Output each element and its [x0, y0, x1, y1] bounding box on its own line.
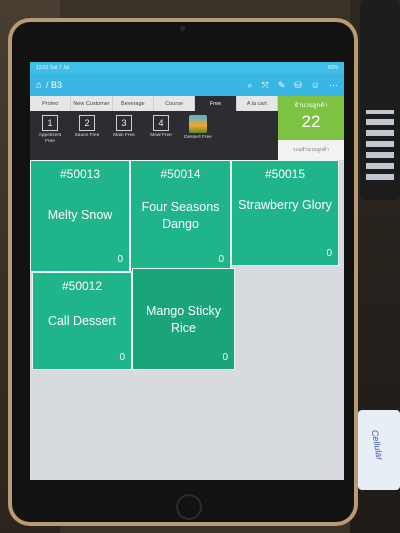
course-meal[interactable]: 4 Meal Free [147, 115, 175, 144]
user-icon[interactable]: ☺ [311, 80, 320, 91]
menu-item-card[interactable]: #50014 Four Seasons Dango 0 [130, 160, 231, 272]
guest-count-title: จำนวนลูกค้า [294, 103, 328, 109]
tag-icon[interactable]: ✎ [278, 80, 286, 91]
course-number: 4 [153, 115, 169, 131]
category-nav: Promo New Customer Beverage Course Free … [30, 96, 278, 160]
app-top-bar: ⌂ / B3 ⌕ ⤧ ✎ ⛁ ☺ ⋯ [30, 74, 344, 96]
dessert-image-icon [189, 115, 207, 133]
sticker-text: Cellular [369, 429, 385, 461]
set-guest-count-button[interactable]: ระบุจำนวนลูกค้า [278, 140, 344, 160]
status-time: 13:52 Sat 7 Jul [36, 65, 70, 71]
desk-phone [360, 0, 400, 200]
item-quantity: 0 [119, 352, 125, 363]
course-appetizers[interactable]: 1 Appetizers Free [36, 115, 64, 144]
course-label: Main Free [113, 133, 135, 138]
tab-a-la-cart[interactable]: A la cart [237, 96, 278, 111]
item-name: Strawberry Glory [238, 198, 332, 212]
tablet-screen: 13:52 Sat 7 Jul 83% ⌂ / B3 ⌕ ⤧ ✎ ⛁ ☺ ⋯ P… [30, 62, 344, 480]
more-icon[interactable]: ⋯ [329, 80, 338, 91]
course-number: 3 [116, 115, 132, 131]
course-label: Appetizers Free [38, 133, 62, 144]
battery-level: 83% [327, 65, 338, 71]
item-quantity: 0 [218, 254, 224, 265]
course-selector: 1 Appetizers Free 2 Sauce Free 3 Main Fr… [30, 111, 278, 144]
item-code: #50014 [160, 167, 201, 181]
camera-icon [180, 26, 185, 31]
tab-free[interactable]: Free [195, 96, 237, 111]
course-label: Meal Free [150, 133, 172, 138]
course-number: 2 [79, 115, 95, 131]
guest-count-panel: จำนวนลูกค้า 22 [278, 96, 344, 140]
tab-course[interactable]: Course [154, 96, 196, 111]
course-number: 1 [42, 115, 58, 131]
home-icon[interactable]: ⌂ [36, 80, 42, 91]
course-main[interactable]: 3 Main Free [110, 115, 138, 144]
menu-item-card[interactable]: #50012 Call Dessert 0 [32, 272, 132, 370]
home-button[interactable] [176, 494, 202, 520]
menu-item-card[interactable]: Mango Sticky Rice 0 [132, 268, 235, 370]
status-bar: 13:52 Sat 7 Jul 83% [30, 62, 344, 74]
item-name: Four Seasons Dango [141, 200, 220, 231]
item-quantity: 0 [326, 248, 332, 259]
phone-keypad [366, 110, 394, 180]
item-name: Mango Sticky Rice [145, 304, 222, 335]
tab-new-customer[interactable]: New Customer [71, 96, 113, 111]
tab-promo[interactable]: Promo [30, 96, 72, 111]
expand-icon[interactable]: ⤧ [262, 80, 269, 91]
item-name: Call Dessert [47, 314, 117, 328]
tablet-device: 13:52 Sat 7 Jul 83% ⌂ / B3 ⌕ ⤧ ✎ ⛁ ☺ ⋯ P… [8, 18, 358, 526]
menu-item-card[interactable]: #50015 Strawberry Glory 0 [231, 160, 339, 266]
cart-icon[interactable]: ⛁ [294, 80, 302, 91]
item-quantity: 0 [117, 254, 123, 265]
item-code: #50013 [59, 167, 101, 181]
course-sauce[interactable]: 2 Sauce Free [73, 115, 101, 144]
menu-item-card[interactable]: #50013 Melty Snow 0 [30, 160, 130, 272]
guest-count-value: 22 [301, 112, 321, 131]
course-label: Dessert Free [184, 135, 212, 140]
item-quantity: 0 [222, 352, 228, 363]
search-icon[interactable]: ⌕ [247, 80, 252, 91]
toolbar-icons: ⌕ ⤧ ✎ ⛁ ☺ ⋯ [247, 80, 338, 91]
item-code: #50012 [61, 279, 103, 293]
item-name: Melty Snow [47, 208, 113, 222]
course-dessert[interactable]: Dessert Free [184, 115, 212, 144]
category-tabs: Promo New Customer Beverage Course Free … [30, 96, 278, 111]
tab-beverage[interactable]: Beverage [113, 96, 154, 111]
item-code: #50015 [264, 167, 306, 181]
table-number: / B3 [46, 80, 63, 90]
course-label: Sauce Free [74, 133, 100, 138]
background-sticker: Cellular [358, 410, 400, 490]
